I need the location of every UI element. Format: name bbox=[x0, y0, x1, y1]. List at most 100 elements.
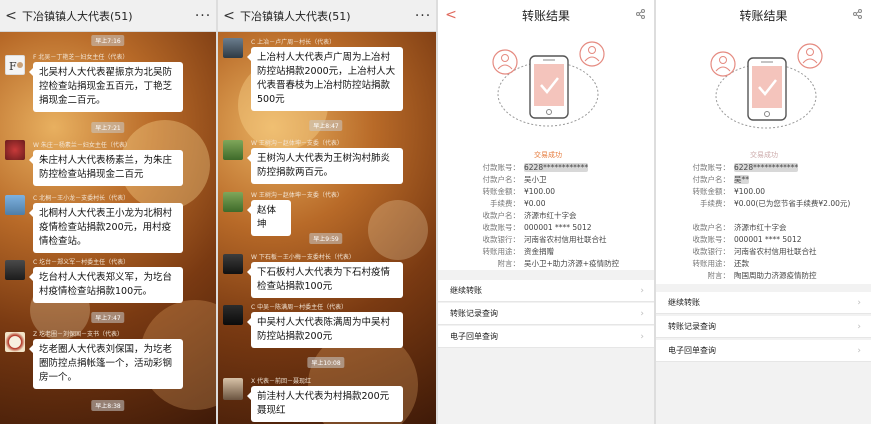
chevron-right-icon: › bbox=[857, 297, 861, 308]
info-label: 转账用途： bbox=[482, 247, 521, 256]
sender-name: C 上冶－卢广周－村长（代表） bbox=[251, 39, 336, 46]
avatar[interactable] bbox=[5, 260, 25, 280]
back-icon[interactable]: < bbox=[438, 7, 464, 23]
avatar[interactable] bbox=[223, 140, 243, 160]
transfer-history-item[interactable]: 转账记录查询 › bbox=[438, 303, 654, 325]
sender-name: C 北桐－王小龙－支委村长（代表） bbox=[33, 195, 130, 202]
sender-name: X 代表－前回－聂现红 bbox=[251, 378, 312, 385]
info-label: 付款户名： bbox=[482, 175, 521, 184]
info-label: 付款户名： bbox=[692, 175, 731, 184]
info-value: ¥100.00 bbox=[734, 187, 766, 196]
info-value: 济源市红十字会 bbox=[524, 211, 577, 220]
transfer-result-panel-1: < 转账结果 交易成功 付款账号： 6228************ 付款户名：吴… bbox=[438, 0, 654, 424]
info-label: 转账金额： bbox=[482, 187, 521, 196]
status-text: 交易成功 bbox=[534, 151, 562, 159]
sender-name: W 朱庄－杨素兰－妇女主任（代表） bbox=[33, 142, 131, 149]
chevron-right-icon: › bbox=[640, 331, 644, 342]
info-label: 手续费： bbox=[490, 199, 520, 208]
message-bubble[interactable]: 上冶村人大代表卢广周为上冶村防控站捐款2000元，上冶村人大代表晋春枝为上冶村防… bbox=[247, 47, 403, 111]
avatar[interactable]: F bbox=[5, 55, 25, 75]
message-bubble[interactable]: 王树沟人大代表为王树沟村肺炎防控捐款两百元。 bbox=[247, 148, 403, 184]
group-title: 下冶镇镇人大代表(51) bbox=[240, 9, 351, 23]
info-label: 付款账号： bbox=[482, 163, 521, 172]
info-value: 陶国周助力济源疫情防控 bbox=[734, 271, 817, 280]
transfer-result-panel-2: < 转账结果 交易成功 付款账号：6228************ 付款户名：吴… bbox=[656, 0, 871, 424]
timestamp: 早上8:38 bbox=[91, 400, 125, 411]
menu-label: 转账记录查询 bbox=[450, 309, 498, 318]
message-bubble[interactable]: 圪老圈人大代表刘保国，为圪老圈防控点捐帐篷一个，活动彩钢房一个。 bbox=[29, 339, 183, 389]
avatar[interactable] bbox=[5, 195, 25, 215]
info-value: 河南省农村信用社联合社 bbox=[734, 247, 817, 256]
avatar[interactable] bbox=[5, 332, 25, 352]
timestamp: 早上10:08 bbox=[307, 357, 345, 368]
e-receipt-item[interactable]: 电子回单查询 › bbox=[656, 340, 871, 362]
info-value: 6228************ bbox=[524, 163, 589, 172]
info-value: 000001 **** 5012 bbox=[734, 235, 802, 244]
info-value: 济源市红十字会 bbox=[734, 223, 787, 232]
info-label: 转账用途： bbox=[692, 259, 731, 268]
message-bubble[interactable]: 赵体坤 bbox=[247, 200, 291, 236]
info-value: 000001 **** 5012 bbox=[524, 223, 592, 232]
sender-name: C 中吴－陈满周－村委主任（代表） bbox=[251, 304, 348, 311]
info-label: 收款账号： bbox=[692, 235, 731, 244]
info-value: ¥100.00 bbox=[524, 187, 556, 196]
avatar[interactable] bbox=[223, 38, 243, 58]
info-value: 还款 bbox=[734, 259, 749, 268]
chat-header: < 下冶镇镇人大代表(51) ··· bbox=[218, 0, 436, 32]
message-bubble[interactable]: 中吴村人大代表陈满周为中吴村防控站捐款200元 bbox=[247, 312, 403, 348]
e-receipt-item[interactable]: 电子回单查询 › bbox=[438, 326, 654, 348]
info-value: ¥0.00 bbox=[524, 199, 546, 208]
back-icon[interactable]: < bbox=[0, 8, 22, 24]
timestamp: 早上9:59 bbox=[309, 233, 343, 244]
info-value: 资金捐赠 bbox=[524, 247, 554, 256]
chat-header: < 下冶镇镇人大代表(51) ··· bbox=[0, 0, 216, 32]
avatar[interactable] bbox=[223, 305, 243, 325]
menu-label: 电子回单查询 bbox=[668, 346, 716, 355]
result-header: < 转账结果 bbox=[438, 0, 654, 30]
sender-name: W 王树沟－赵体坤－支委（代表） bbox=[251, 140, 343, 147]
message-bubble[interactable]: 朱庄村人大代表杨素兰，为朱庄防控检查站捐现金二百元 bbox=[29, 150, 183, 186]
info-label: 附言： bbox=[497, 259, 521, 268]
message-bubble[interactable]: 圪台村人大代表郑义军，为圪台村疫情检查站捐款100元。 bbox=[29, 267, 183, 303]
avatar[interactable] bbox=[223, 254, 243, 274]
sender-name: C 圪台－郑义军－村委主任（代表） bbox=[33, 259, 130, 266]
timestamp: 早上7:16 bbox=[91, 35, 125, 46]
menu-label: 电子回单查询 bbox=[450, 332, 498, 341]
chevron-right-icon: › bbox=[857, 345, 861, 356]
info-value: 河南省农村信用社联合社 bbox=[524, 235, 607, 244]
message-bubble[interactable]: 北吴村人大代表翟振京为北吴防控检查站捐现金五百元，丁艳芝捐现金二百元。 bbox=[29, 62, 183, 112]
continue-transfer-item[interactable]: 继续转账 › bbox=[438, 280, 654, 302]
avatar[interactable] bbox=[223, 378, 243, 400]
message-bubble[interactable]: 下石板村人大代表为下石村疫情检查站捐款100元 bbox=[247, 262, 403, 298]
back-icon[interactable]: < bbox=[656, 7, 682, 23]
info-value: 吴** bbox=[734, 175, 749, 184]
more-icon[interactable]: ··· bbox=[410, 8, 436, 24]
transfer-history-item[interactable]: 转账记录查询 › bbox=[656, 316, 871, 338]
timestamp: 早上7:47 bbox=[91, 312, 125, 323]
sender-name: W 王树沟－赵体坤－支委（代表） bbox=[251, 192, 343, 199]
chevron-right-icon: › bbox=[640, 308, 644, 319]
page-title: 转账结果 bbox=[739, 8, 788, 23]
group-title: 下冶镇镇人大代表(51) bbox=[22, 9, 133, 23]
avatar[interactable] bbox=[223, 192, 243, 212]
message-bubble[interactable]: 北桐村人大代表王小龙为北桐村疫情检查站捐款200元，用村疫情检查站。 bbox=[29, 203, 183, 253]
continue-transfer-item[interactable]: 继续转账 › bbox=[656, 292, 871, 314]
back-icon[interactable]: < bbox=[218, 8, 240, 24]
status-text: 交易成功 bbox=[750, 151, 778, 159]
chevron-right-icon: › bbox=[857, 321, 861, 332]
message-bubble[interactable]: 前洼村人大代表为村捐款200元聂现红 bbox=[247, 386, 403, 422]
chat-panel-1: < 下冶镇镇人大代表(51) ··· 早上7:16 F F 北吴－丁艳芝－妇女主… bbox=[0, 0, 216, 424]
info-label: 收款银行： bbox=[692, 247, 731, 256]
avatar[interactable] bbox=[5, 140, 25, 160]
share-icon[interactable] bbox=[628, 8, 654, 22]
menu-label: 转账记录查询 bbox=[668, 322, 716, 331]
chat-panel-2: < 下冶镇镇人大代表(51) ··· C 上冶－卢广周－村长（代表） 上冶村人大… bbox=[218, 0, 436, 424]
info-label: 收款银行： bbox=[482, 235, 521, 244]
menu-label: 继续转账 bbox=[450, 286, 482, 295]
more-icon[interactable]: ··· bbox=[190, 8, 216, 24]
sender-name: F 北吴－丁艳芝－妇女主任（代表） bbox=[33, 54, 129, 61]
share-icon[interactable] bbox=[845, 8, 871, 22]
timestamp: 早上8:47 bbox=[309, 120, 343, 131]
svg-text:F: F bbox=[9, 60, 17, 73]
info-label: 手续费： bbox=[700, 199, 730, 208]
